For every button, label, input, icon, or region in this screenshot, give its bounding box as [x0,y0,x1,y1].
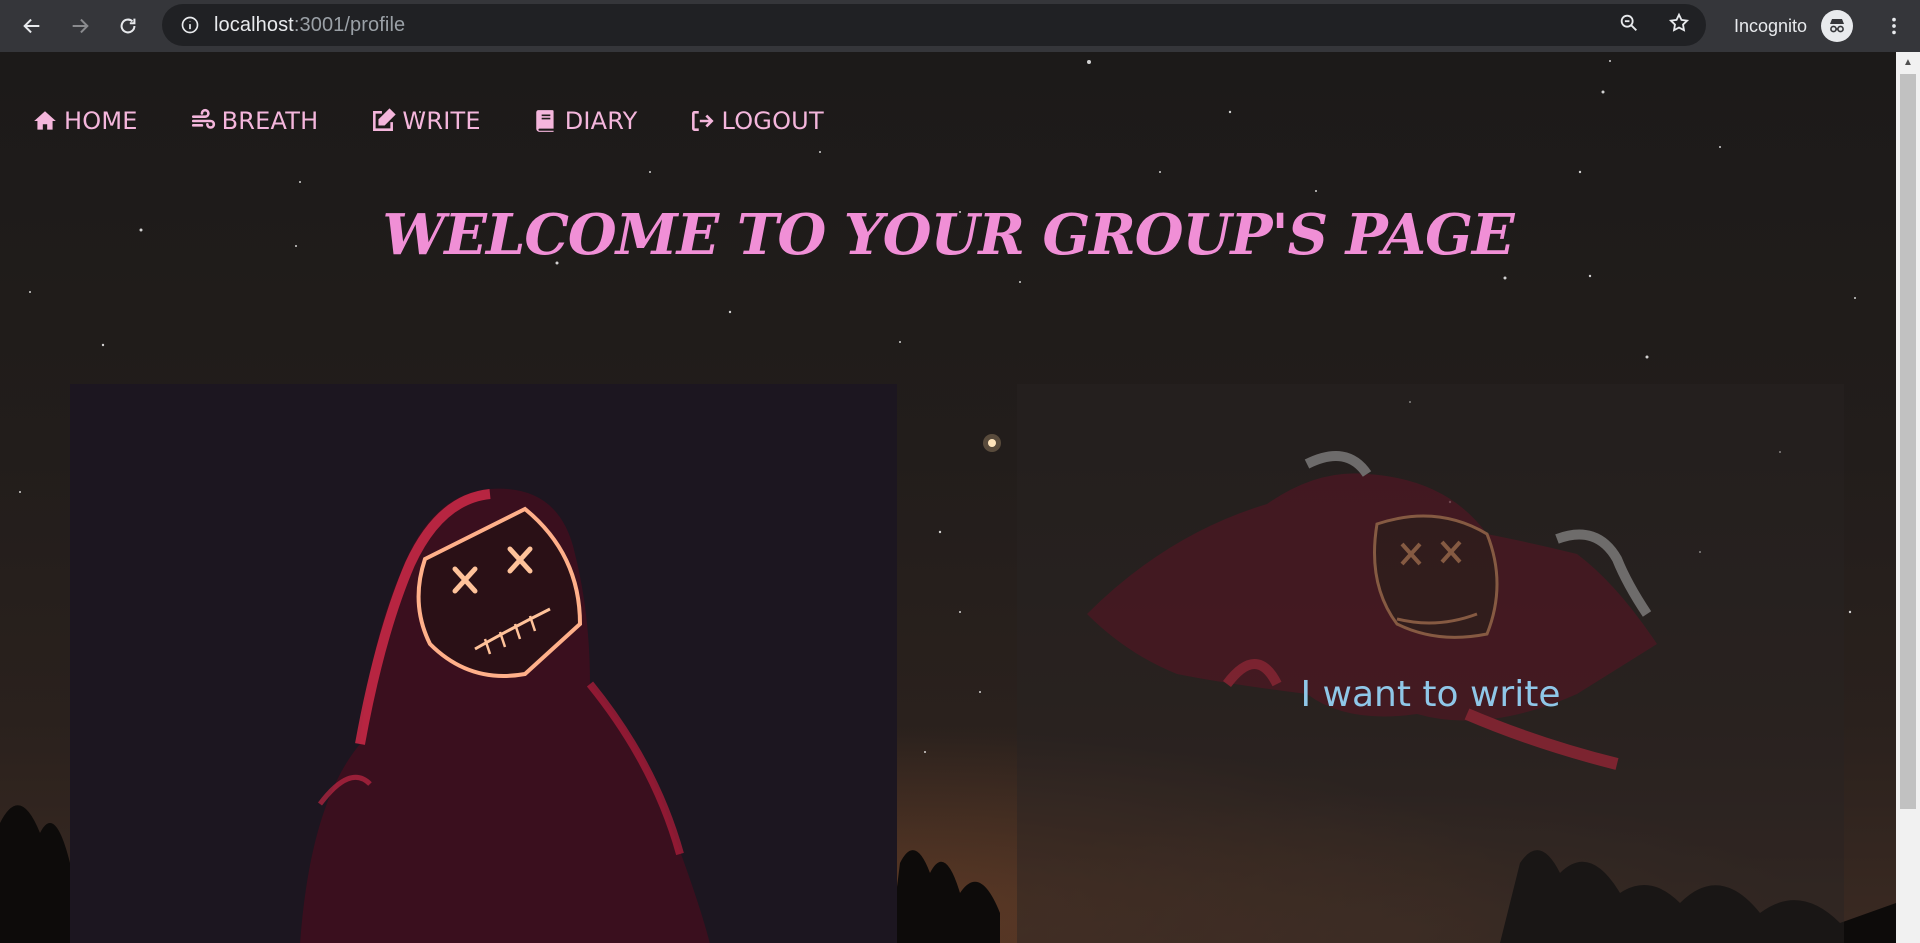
info-icon[interactable] [180,15,200,35]
page-viewport: HOME BREATH WRITE DIARY LOGOUT WELCOME T… [0,52,1896,943]
forward-button[interactable] [56,2,104,50]
home-icon [34,111,56,130]
incognito-indicator[interactable]: Incognito [1734,0,1854,52]
nav-item-write[interactable]: WRITE [370,107,481,135]
browser-menu-button[interactable] [1874,0,1914,52]
nav-label: DIARY [564,107,638,135]
nav-label: HOME [64,107,138,135]
incognito-label: Incognito [1734,15,1808,36]
browser-toolbar: localhost:3001/profile Incognito [0,0,1920,52]
url-text[interactable]: localhost:3001/profile [214,14,405,37]
nav-label: LOGOUT [721,107,824,135]
reload-icon [120,18,136,34]
write-prompt-text[interactable]: I want to write [1017,674,1844,715]
scroll-thumb[interactable] [1900,74,1916,809]
logout-icon [692,111,715,131]
nav-item-home[interactable]: HOME [32,107,138,135]
write-card[interactable]: I want to write [1017,384,1844,943]
page-title: WELCOME TO YOUR GROUP'S PAGE [382,202,1514,268]
wind-icon [191,108,215,129]
arrow-left-icon [23,18,40,34]
page-scrollbar[interactable]: ▲ [1896,52,1920,943]
back-button[interactable] [8,2,56,50]
incognito-icon [1821,10,1854,42]
nav-label: BREATH [221,107,319,135]
bookmark-star-icon[interactable] [1668,12,1690,39]
nav-item-breath[interactable]: BREATH [190,107,319,135]
edit-icon [373,108,397,131]
hooded-mask-image-card[interactable] [70,384,897,943]
nav-label: WRITE [402,107,481,135]
reload-button[interactable] [104,2,152,50]
nav-item-diary[interactable]: DIARY [533,107,638,135]
address-bar[interactable]: localhost:3001/profile [162,4,1706,46]
book-icon [535,110,554,132]
faded-mask-figure-image [1087,451,1657,770]
site-nav: HOME BREATH WRITE DIARY LOGOUT [32,107,824,135]
zoom-icon[interactable] [1618,12,1640,39]
nav-item-logout[interactable]: LOGOUT [689,107,824,135]
arrow-right-icon [72,18,89,34]
more-vertical-icon [1892,17,1896,35]
scroll-up-icon[interactable]: ▲ [1896,52,1920,72]
neon-mask-figure-image [300,488,710,943]
